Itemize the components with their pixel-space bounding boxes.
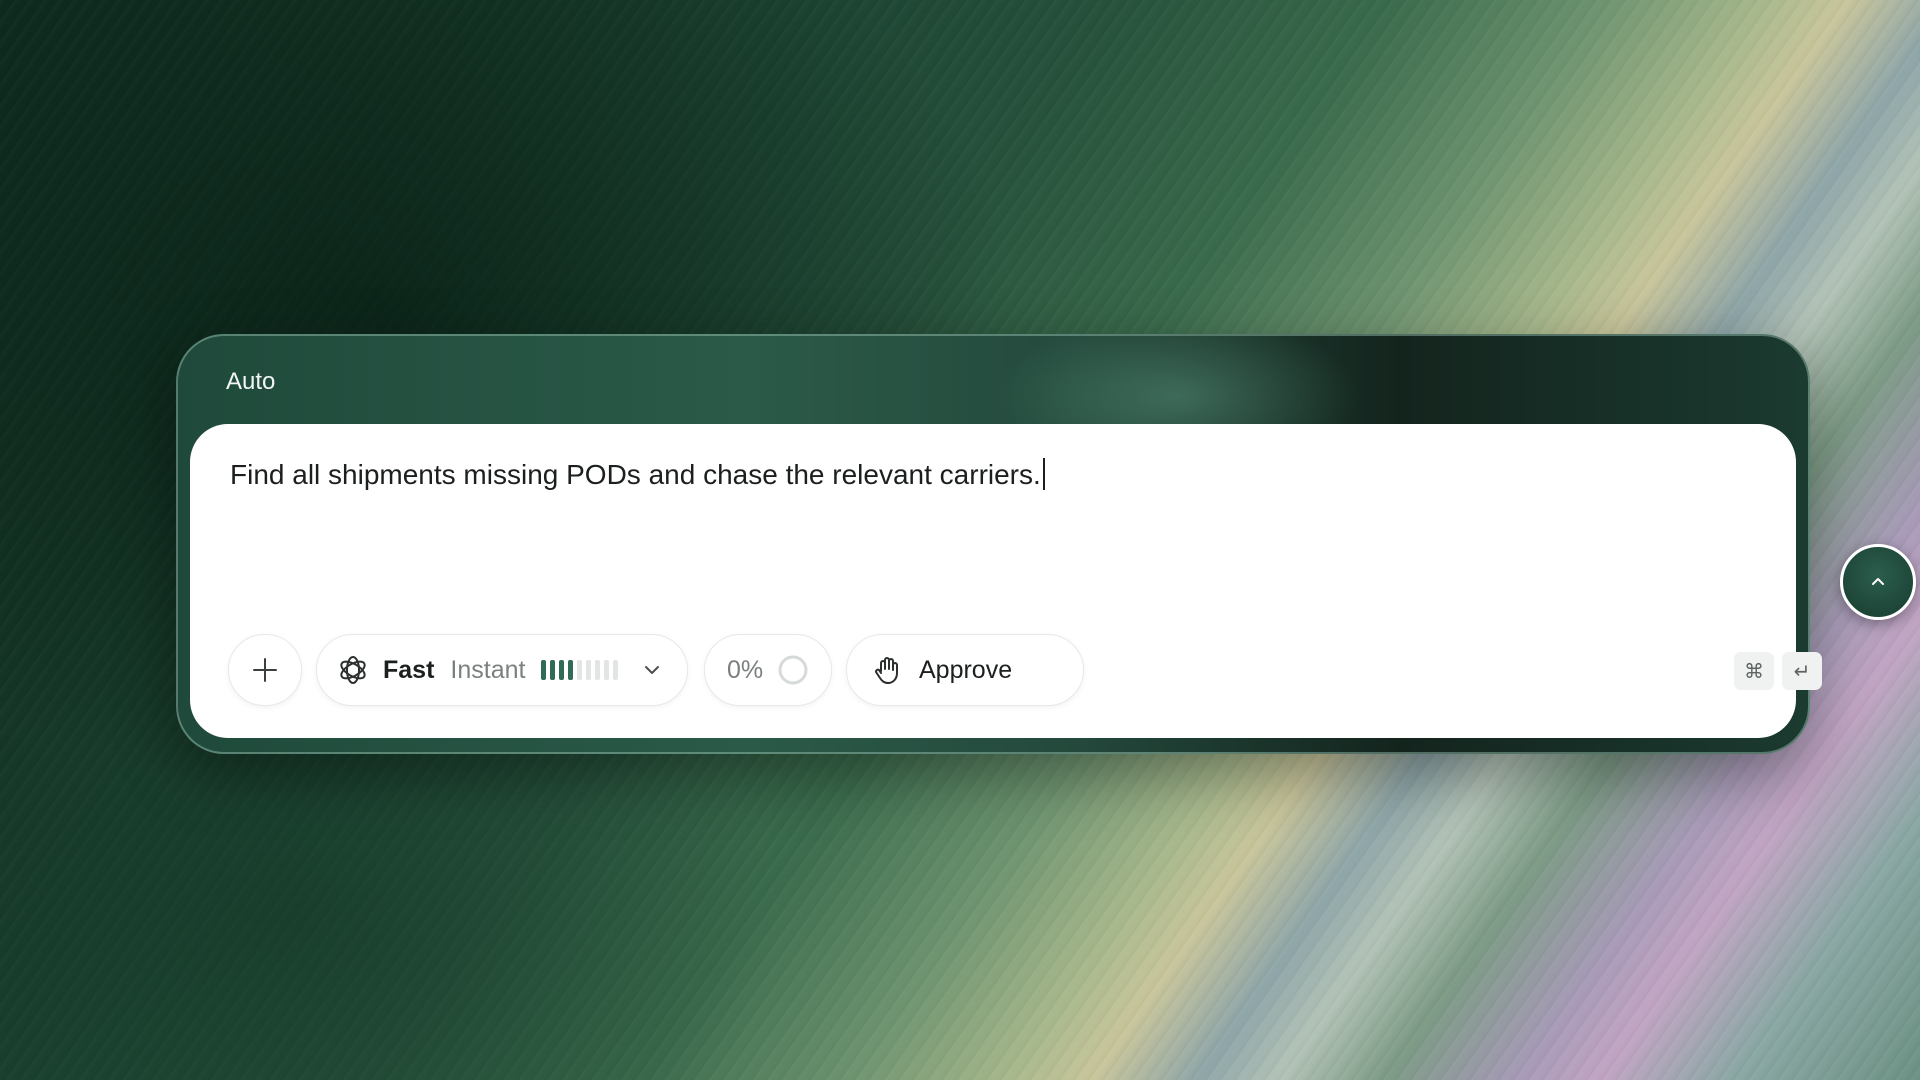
speed-level-bar bbox=[568, 660, 574, 680]
speed-level-bar bbox=[595, 660, 601, 680]
speed-level-bar bbox=[604, 660, 610, 680]
model-selector[interactable]: Fast Instant bbox=[316, 634, 688, 706]
hand-icon bbox=[875, 657, 898, 684]
send-button[interactable] bbox=[1840, 544, 1916, 620]
model-speed: Instant bbox=[450, 655, 526, 684]
speed-level-meter bbox=[541, 660, 619, 680]
model-name: Fast bbox=[383, 655, 435, 684]
mode-label[interactable]: Auto bbox=[226, 368, 275, 396]
approve-label: Approve bbox=[919, 655, 1013, 684]
command-key-hint: ⌘ bbox=[1734, 652, 1774, 690]
prompt-text: Find all shipments missing PODs and chas… bbox=[230, 459, 1041, 490]
speed-level-bar bbox=[541, 660, 547, 680]
add-attachment-button[interactable] bbox=[228, 634, 302, 706]
context-usage-indicator[interactable]: 0% bbox=[704, 634, 832, 706]
chevron-down-icon bbox=[645, 666, 660, 674]
text-caret bbox=[1042, 458, 1045, 490]
chevron-up-icon bbox=[1872, 578, 1884, 585]
speed-level-bar bbox=[586, 660, 592, 680]
enter-key-hint: ↵ bbox=[1782, 652, 1822, 690]
approval-mode-button[interactable]: Approve bbox=[846, 634, 1084, 706]
openai-logo-icon bbox=[340, 656, 366, 684]
speed-level-bar bbox=[577, 660, 583, 680]
plus-icon bbox=[253, 658, 277, 682]
speed-level-bar bbox=[550, 660, 556, 680]
composer-panel: Auto Find all shipments missing PODs and… bbox=[176, 334, 1916, 754]
speed-level-bar bbox=[559, 660, 565, 680]
progress-ring-icon bbox=[778, 655, 808, 685]
composer-card: Find all shipments missing PODs and chas… bbox=[190, 424, 1822, 738]
speed-level-bar bbox=[613, 660, 619, 680]
prompt-input[interactable]: Find all shipments missing PODs and chas… bbox=[230, 458, 1045, 491]
context-percent: 0% bbox=[727, 655, 764, 684]
